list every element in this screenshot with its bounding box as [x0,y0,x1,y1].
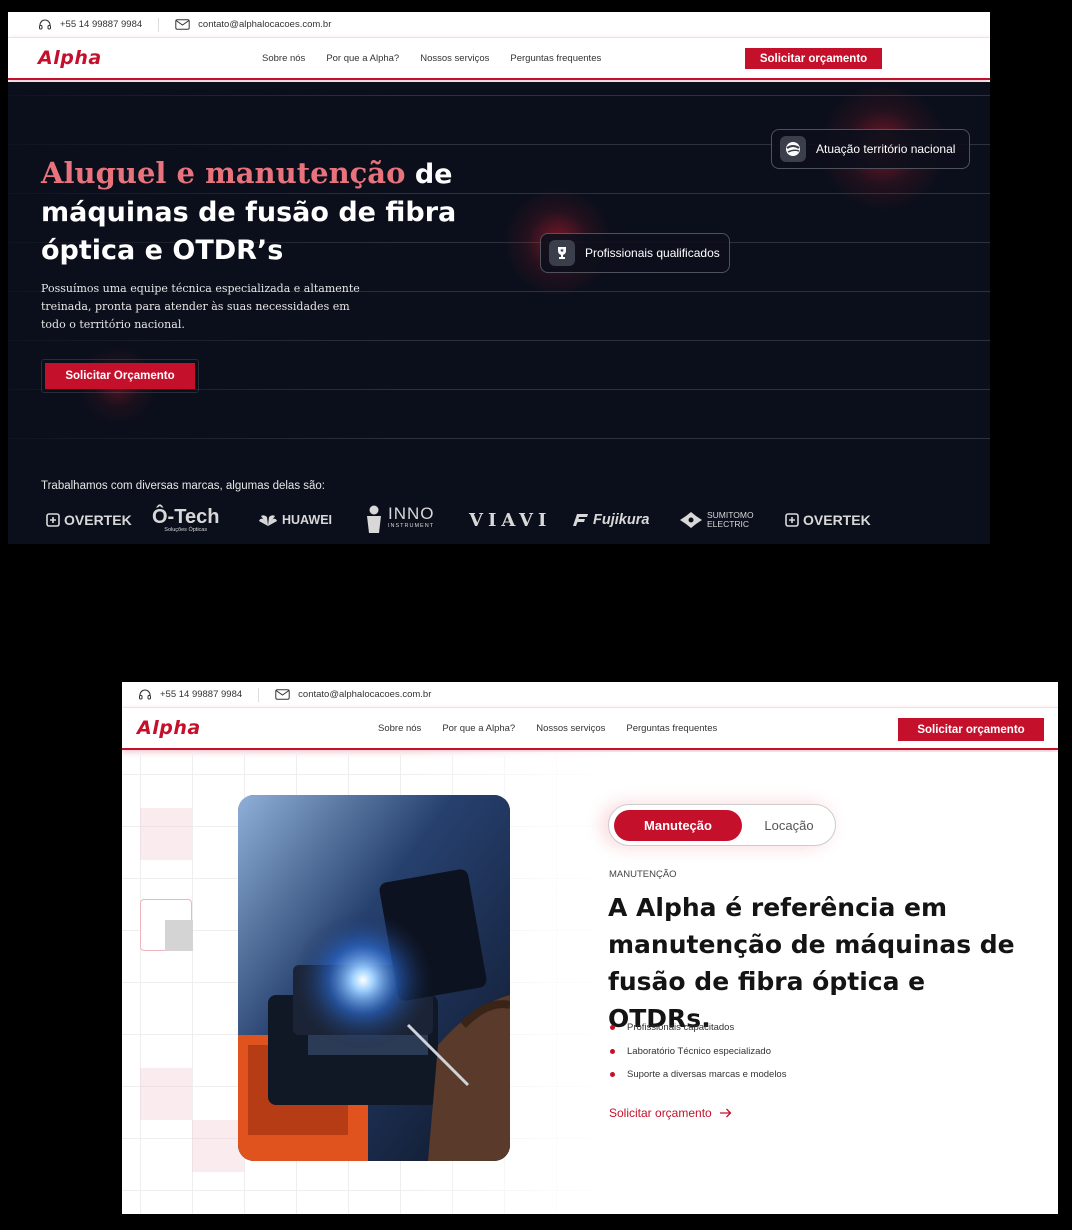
trophy-icon [549,240,575,266]
bullet-dot [610,1048,615,1054]
list-item: Laboratório Técnico especializado [610,1040,786,1064]
headset-icon [39,19,51,29]
email-address[interactable]: contato@alphalocacoes.com.br [298,689,431,700]
brand-inno-text: INNO [388,504,435,523]
menu-item-sobre[interactable]: Sobre nós [262,53,305,64]
hero-title: Aluguel e manutenção de máquinas de fusã… [41,154,481,270]
brand-huawei-text: HUAWEI [282,513,332,527]
list-item-text: Laboratório Técnico especializado [627,1045,771,1057]
hero-description: Possuímos uma equipe técnica especializa… [41,282,360,331]
service-toggle: Manuteção Locação [608,804,836,846]
headset-icon [139,689,151,699]
sumitomo-icon [680,512,702,528]
list-item: Profissionais capacitados [610,1016,786,1040]
hero-screenshot: +55 14 99887 9984 contato@alphalocacoes.… [8,12,990,544]
divider [258,687,260,702]
phone-number[interactable]: +55 14 99887 9984 [160,689,242,700]
main-menu: Sobre nós Por que a Alpha? Nossos serviç… [378,723,717,734]
list-item-text: Suporte a diversas marcas e modelos [627,1069,787,1081]
brand-fujikura-text: Fujikura [593,512,650,528]
menu-item-servicos[interactable]: Nossos serviços [420,53,489,64]
arrow-right-icon [719,1108,732,1118]
divider [158,17,160,32]
menu-item-faq[interactable]: Perguntas frequentes [626,723,717,734]
overtek-icon [46,513,60,527]
phone-contact[interactable]: +55 14 99887 9984 [38,19,142,31]
brand-sumitomo: SUMITOMO ELECTRIC [679,502,754,538]
brand-overtek-2-text: OVERTEK [803,512,871,528]
brand-overtek-text: OVERTEK [64,512,132,528]
brand-logos: OVERTEK Ô-Tech Soluções Ópticas HUAWEI I… [46,502,886,538]
tab-locacao[interactable]: Locação [749,810,829,841]
tab-manutencao[interactable]: Manuteção [614,810,742,841]
request-quote-link-text[interactable]: Solicitar orçamento [609,1106,712,1120]
brand-sumitomo-sub: ELECTRIC [707,519,750,529]
brands-title: Trabalhamos com diversas marcas, algumas… [41,480,325,492]
alpha-logo[interactable]: Alpha [38,47,102,69]
email-contact[interactable]: contato@alphalocacoes.com.br [275,689,431,700]
request-quote-button[interactable]: Solicitar orçamento [898,718,1044,741]
contact-bar: +55 14 99887 9984 contato@alphalocacoes.… [8,12,990,38]
fujikura-icon [573,514,588,526]
menu-item-servicos[interactable]: Nossos serviços [536,723,605,734]
decor-line [8,438,990,439]
alpha-logo[interactable]: Alpha [137,717,201,739]
section-title: A Alpha é referência em manutenção de má… [608,893,1015,1033]
bullet-dot [610,1025,615,1031]
contact-bar: +55 14 99887 9984 contato@alphalocacoes.… [122,682,1058,708]
menu-item-faq[interactable]: Perguntas frequentes [510,53,601,64]
brand-fujikura: Fujikura [573,502,649,538]
menu-item-por-que[interactable]: Por que a Alpha? [442,723,515,734]
request-quote-button[interactable]: Solicitar orçamento [745,48,882,69]
grid-accent-block [165,920,193,951]
email-contact[interactable]: contato@alphalocacoes.com.br [175,19,331,30]
fusion-machine-photo [238,795,510,1161]
menu-item-sobre[interactable]: Sobre nós [378,723,421,734]
badge-national-label: Atuação território nacional [816,142,956,156]
mail-icon [175,19,190,30]
navbar: Alpha Sobre nós Por que a Alpha? Nossos … [8,38,990,80]
huawei-icon [259,515,277,526]
mail-icon [275,689,290,700]
list-item-text: Profissionais capacitados [627,1022,735,1034]
hero-button-frame: Solicitar Orçamento [41,359,199,393]
bullet-dot [610,1072,615,1078]
feature-list: Profissionais capacitados Laboratório Té… [610,1016,786,1087]
grid-accent-card [140,899,193,951]
overtek-icon [785,513,799,527]
email-address[interactable]: contato@alphalocacoes.com.br [198,19,331,30]
badge-professionals: Profissionais qualificados [540,233,730,273]
brand-inno-sub: INSTRUMENT [388,523,435,529]
map-icon [780,136,806,162]
brand-overtek: OVERTEK [46,502,132,538]
navbar: Alpha Sobre nós Por que a Alpha? Nossos … [122,708,1058,750]
brand-otech-text: Ô-Tech [152,506,220,528]
list-item: Suporte a diversas marcas e modelos [610,1063,786,1087]
services-screenshot: +55 14 99887 9984 contato@alphalocacoes.… [122,682,1058,1214]
brand-otech-sub: Soluções Ópticas [164,527,208,533]
decor-line [8,340,990,341]
hero-request-quote-button[interactable]: Solicitar Orçamento [45,363,195,389]
badge-professionals-label: Profissionais qualificados [585,246,720,260]
hero-title-accent: Aluguel e manutenção [41,156,406,190]
brand-otech: Ô-Tech Soluções Ópticas [152,502,219,538]
phone-number[interactable]: +55 14 99887 9984 [60,19,142,30]
brand-inno: INNO INSTRUMENT [364,502,435,538]
brand-viavi: VIAVI [469,502,551,538]
phone-contact[interactable]: +55 14 99887 9984 [138,689,242,701]
brand-viavi-text: VIAVI [469,509,552,531]
brand-huawei: HUAWEI [258,502,332,538]
hero-section: Aluguel e manutenção de máquinas de fusã… [8,82,990,544]
menu-item-por-que[interactable]: Por que a Alpha? [326,53,399,64]
brand-overtek-2: OVERTEK [785,502,871,538]
inno-icon [367,505,381,533]
photo-illustration [238,795,510,1161]
main-menu: Sobre nós Por que a Alpha? Nossos serviç… [262,53,601,64]
request-quote-link[interactable]: Solicitar orçamento [609,1106,732,1120]
badge-national: Atuação território nacional [771,129,970,169]
section-eyebrow: MANUTENÇÃO [609,869,677,880]
